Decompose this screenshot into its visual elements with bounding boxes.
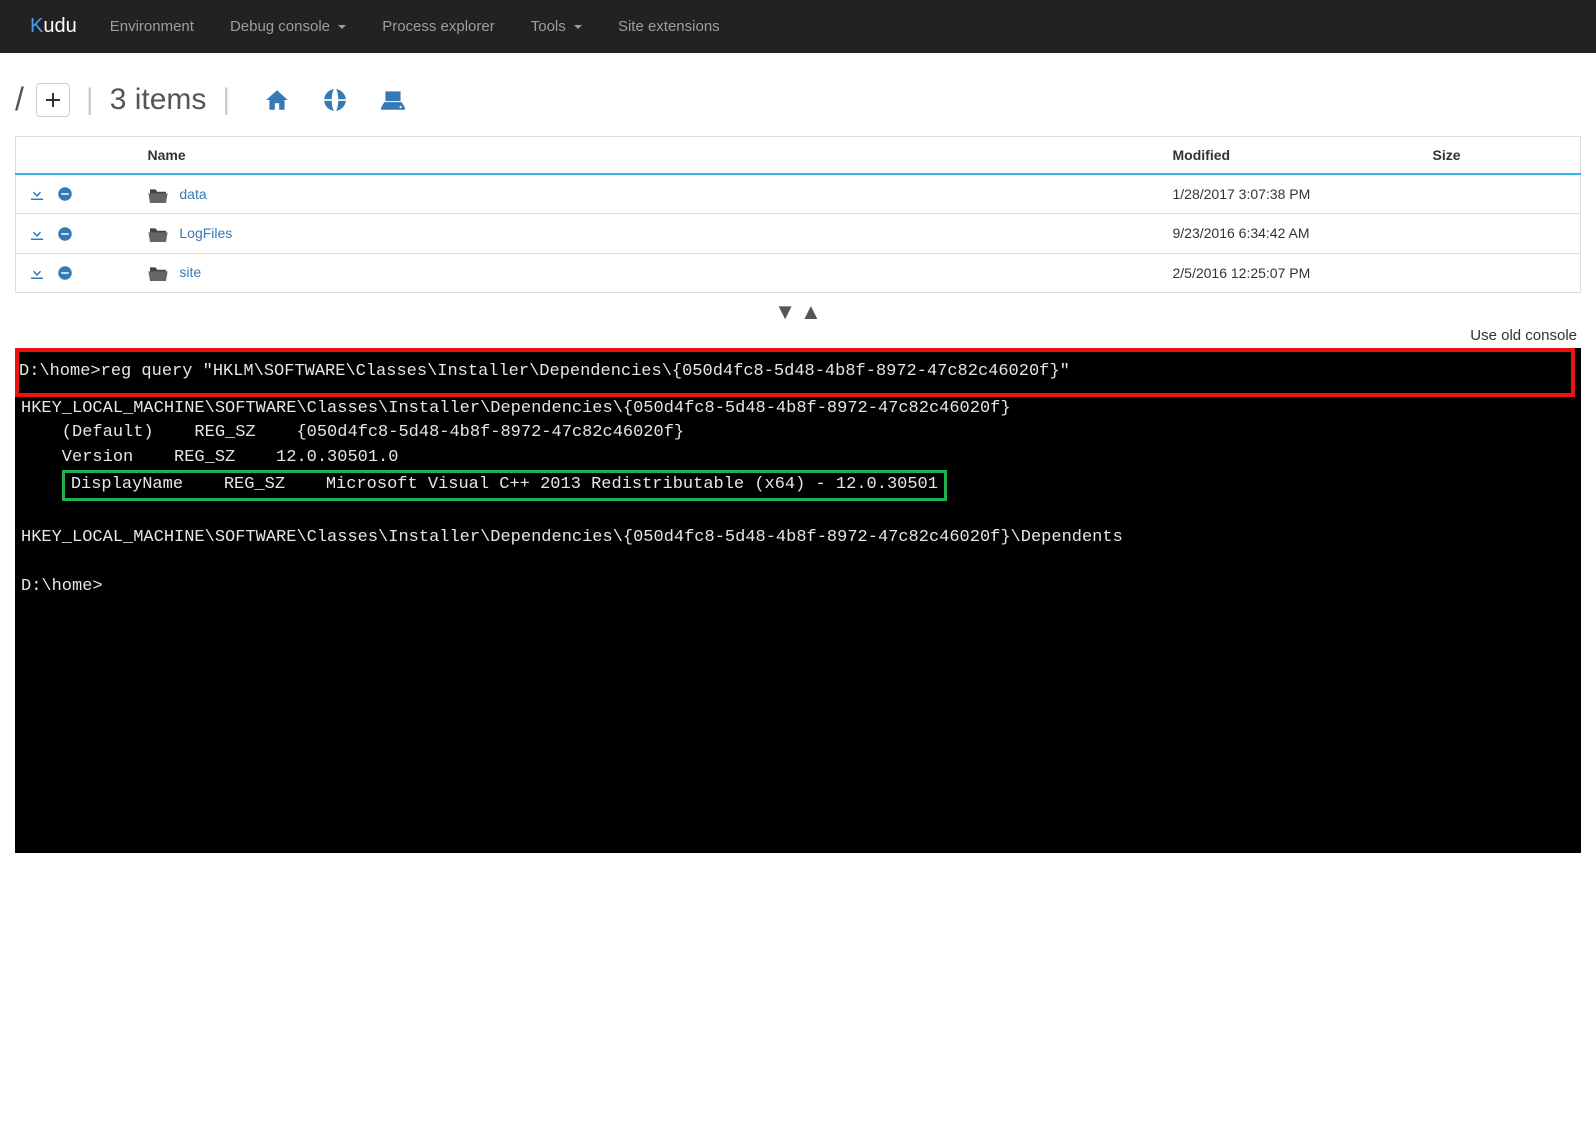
modified-cell: 9/23/2016 6:34:42 AM <box>1161 214 1421 253</box>
nav-tools[interactable]: Tools <box>513 3 600 50</box>
items-count: 3 items <box>110 83 207 117</box>
download-icon[interactable] <box>28 264 46 280</box>
folder-link[interactable]: LogFiles <box>179 225 232 241</box>
col-name-header[interactable]: Name <box>136 137 1161 175</box>
divider: | <box>222 83 230 117</box>
nav-list: Environment Debug console Process explor… <box>92 3 738 50</box>
chevron-down-icon[interactable]: ▼ <box>774 299 796 324</box>
table-row: LogFiles 9/23/2016 6:34:42 AM <box>16 214 1581 253</box>
col-actions-header <box>16 137 136 175</box>
delete-icon[interactable] <box>56 185 74 201</box>
breadcrumb-bar: / | 3 items | <box>15 53 1581 136</box>
folder-icon <box>148 186 168 202</box>
folder-link[interactable]: data <box>179 186 206 202</box>
download-icon[interactable] <box>28 185 46 201</box>
size-cell <box>1421 174 1581 214</box>
chevron-up-icon[interactable]: ▲ <box>800 299 822 324</box>
plus-icon <box>46 93 60 107</box>
nav-site-extensions[interactable]: Site extensions <box>600 3 738 50</box>
disk-icon[interactable] <box>380 87 406 113</box>
col-modified-header[interactable]: Modified <box>1161 137 1421 175</box>
delete-icon[interactable] <box>56 264 74 280</box>
add-button[interactable] <box>36 83 70 117</box>
col-size-header[interactable]: Size <box>1421 137 1581 175</box>
modified-cell: 2/5/2016 12:25:07 PM <box>1161 253 1421 292</box>
size-cell <box>1421 253 1581 292</box>
use-old-console-link[interactable]: Use old console <box>1470 327 1577 344</box>
modified-cell: 1/28/2017 3:07:38 PM <box>1161 174 1421 214</box>
nav-process-explorer[interactable]: Process explorer <box>364 3 513 50</box>
splitter: ▼▲ <box>15 293 1581 327</box>
nav-debug-console[interactable]: Debug console <box>212 3 364 50</box>
folder-icon <box>148 264 168 280</box>
nav-environment[interactable]: Environment <box>92 3 212 50</box>
command-line: D:\home>reg query "HKLM\SOFTWARE\Classes… <box>19 360 1571 385</box>
chevron-down-icon <box>574 25 582 29</box>
folder-link[interactable]: site <box>179 264 201 280</box>
path-root[interactable]: / <box>15 81 24 118</box>
file-table: Name Modified Size data 1/28/2017 3:07:3… <box>15 136 1581 293</box>
download-icon[interactable] <box>28 224 46 240</box>
globe-icon[interactable] <box>322 87 348 113</box>
size-cell <box>1421 214 1581 253</box>
table-row: site 2/5/2016 12:25:07 PM <box>16 253 1581 292</box>
command-highlight: D:\home>reg query "HKLM\SOFTWARE\Classes… <box>15 348 1575 397</box>
divider: | <box>86 83 94 117</box>
displayname-highlight: DisplayName REG_SZ Microsoft Visual C++ … <box>62 470 947 501</box>
chevron-down-icon <box>338 25 346 29</box>
home-icon[interactable] <box>264 87 290 113</box>
table-row: data 1/28/2017 3:07:38 PM <box>16 174 1581 214</box>
console[interactable]: D:\home>reg query "HKLM\SOFTWARE\Classes… <box>15 348 1581 853</box>
console-prompt[interactable]: D:\home> <box>21 577 103 596</box>
console-output: HKEY_LOCAL_MACHINE\SOFTWARE\Classes\Inst… <box>21 397 1575 600</box>
delete-icon[interactable] <box>56 224 74 240</box>
folder-icon <box>148 225 168 241</box>
brand-link[interactable]: Kudu <box>15 0 92 53</box>
navbar: Kudu Environment Debug console Process e… <box>0 0 1596 53</box>
